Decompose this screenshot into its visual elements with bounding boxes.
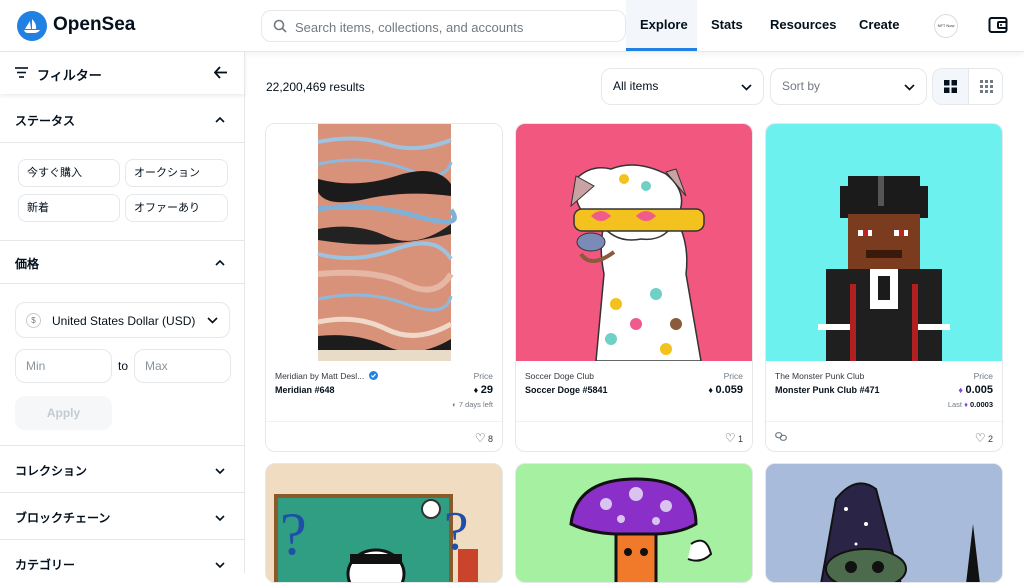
nft-image <box>569 477 713 582</box>
opensea-logo-icon[interactable] <box>17 11 47 41</box>
like-count[interactable]: ♡ 2 <box>975 431 993 445</box>
chevron-down-icon <box>215 562 225 569</box>
results-count: 22,200,469 results <box>266 80 365 94</box>
svg-text:?: ? <box>280 501 307 567</box>
price-label: Price <box>723 371 743 381</box>
nft-image[interactable] <box>766 124 1002 361</box>
last-sale: Last ♦ 0.0003 <box>947 400 993 409</box>
price-title: 価格 <box>15 257 40 271</box>
nft-name: Soccer Doge #5841 <box>525 385 608 395</box>
search-input[interactable] <box>295 17 615 37</box>
search-icon <box>273 19 287 33</box>
nft-image[interactable] <box>266 124 502 361</box>
brand-name[interactable]: OpenSea <box>53 14 135 36</box>
wallet-icon[interactable] <box>988 16 1008 34</box>
nav-stats[interactable]: Stats <box>711 17 743 32</box>
filter-sidebar: フィルター ステータス 今すぐ購入 オークション 新着 オファーあり 価格 $ … <box>0 52 245 573</box>
price-value: ♦ 29 <box>473 384 493 396</box>
status-new[interactable]: 新着 <box>18 194 120 222</box>
like-count[interactable]: ♡ 8 <box>475 431 493 445</box>
collapse-arrow-icon[interactable] <box>214 66 228 79</box>
small-grid-icon <box>980 80 993 93</box>
price-value: ♦ 0.005 <box>958 384 993 396</box>
card-divider <box>516 421 752 422</box>
status-buy-now[interactable]: 今すぐ購入 <box>18 159 120 187</box>
time-left: ◐ 7 days left <box>452 400 493 409</box>
blockchain-section-header[interactable]: ブロックチェーン <box>0 493 245 540</box>
link-icon[interactable] <box>775 432 787 441</box>
nft-card[interactable]: The Monster Punk Club Monster Punk Club … <box>765 123 1003 452</box>
currency-value: United States Dollar (USD) <box>52 314 196 328</box>
chevron-down-icon <box>215 515 225 522</box>
category-section-header[interactable]: カテゴリー <box>0 540 245 580</box>
clock-icon: ◐ <box>452 400 459 409</box>
price-value: ♦ 0.059 <box>708 384 743 396</box>
items-filter-value: All items <box>613 79 659 93</box>
nft-name: Meridian #648 <box>275 385 335 395</box>
chevron-down-icon <box>207 317 218 324</box>
price-section-header[interactable]: 価格 <box>0 241 245 284</box>
card-divider <box>766 421 1002 422</box>
chevron-down-icon <box>215 468 225 475</box>
status-section-header[interactable]: ステータス <box>0 100 245 143</box>
nft-card[interactable]: ? ? <box>265 463 503 583</box>
filter-label: フィルター <box>37 68 102 83</box>
small-grid-view-button[interactable] <box>969 69 1002 104</box>
nft-name: Monster Punk Club #471 <box>775 385 880 395</box>
like-count[interactable]: ♡ 1 <box>725 431 743 445</box>
profile-avatar[interactable]: NFT Now <box>934 14 958 38</box>
nav-create[interactable]: Create <box>859 17 899 32</box>
status-has-offers[interactable]: オファーあり <box>125 194 228 222</box>
top-header: OpenSea Explore Stats Resources Create N… <box>0 0 1024 52</box>
items-filter-dropdown[interactable]: All items <box>601 68 764 105</box>
active-tab-indicator <box>626 48 697 51</box>
search-bar[interactable] <box>261 10 626 42</box>
filter-icon <box>15 67 28 78</box>
chevron-up-icon <box>215 116 225 123</box>
card-divider <box>266 421 502 422</box>
category-title: カテゴリー <box>15 558 76 572</box>
collection-name[interactable]: Soccer Doge Club <box>525 371 594 381</box>
sort-placeholder: Sort by <box>782 79 821 93</box>
nav-explore[interactable]: Explore <box>640 17 688 32</box>
nft-card[interactable]: Soccer Doge Club Soccer Doge #5841 Price… <box>515 123 753 452</box>
collection-name[interactable]: Meridian by Matt Desl... <box>275 371 378 381</box>
heart-icon: ♡ <box>724 431 736 445</box>
max-price-input[interactable]: Max <box>134 349 231 383</box>
blockchain-title: ブロックチェーン <box>15 511 111 525</box>
apply-button[interactable]: Apply <box>15 396 112 430</box>
heart-icon: ♡ <box>974 431 986 445</box>
eth-icon: ♦ <box>473 385 481 395</box>
polygon-eth-icon: ♦ <box>964 400 968 409</box>
heart-icon: ♡ <box>474 431 486 445</box>
collection-section-header[interactable]: コレクション <box>0 446 245 493</box>
min-price-input[interactable]: Min <box>15 349 112 383</box>
currency-select[interactable]: $ United States Dollar (USD) <box>15 302 230 338</box>
filter-header: フィルター <box>0 52 245 94</box>
nft-card[interactable]: Meridian by Matt Desl... Meridian #648 P… <box>265 123 503 452</box>
nft-card[interactable] <box>765 463 1003 583</box>
collection-title: コレクション <box>15 464 88 478</box>
large-grid-icon <box>944 80 957 93</box>
price-label: Price <box>473 371 493 381</box>
chevron-up-icon <box>215 259 225 266</box>
to-label: to <box>118 359 129 373</box>
sort-dropdown[interactable]: Sort by <box>770 68 927 105</box>
chevron-down-icon <box>904 84 915 91</box>
nft-image: ? ? <box>266 464 502 582</box>
status-auction[interactable]: オークション <box>125 159 228 187</box>
dollar-icon: $ <box>26 313 41 328</box>
verified-badge-icon <box>368 371 378 380</box>
nft-image[interactable] <box>516 124 752 361</box>
price-label: Price <box>973 371 993 381</box>
nav-resources[interactable]: Resources <box>770 17 836 32</box>
nft-image <box>766 464 1002 582</box>
large-grid-view-button[interactable] <box>933 69 969 104</box>
view-toggle <box>932 68 1003 105</box>
nft-card[interactable] <box>515 463 753 583</box>
chevron-down-icon <box>741 84 752 91</box>
status-title: ステータス <box>15 114 76 128</box>
collection-name[interactable]: The Monster Punk Club <box>775 371 864 381</box>
